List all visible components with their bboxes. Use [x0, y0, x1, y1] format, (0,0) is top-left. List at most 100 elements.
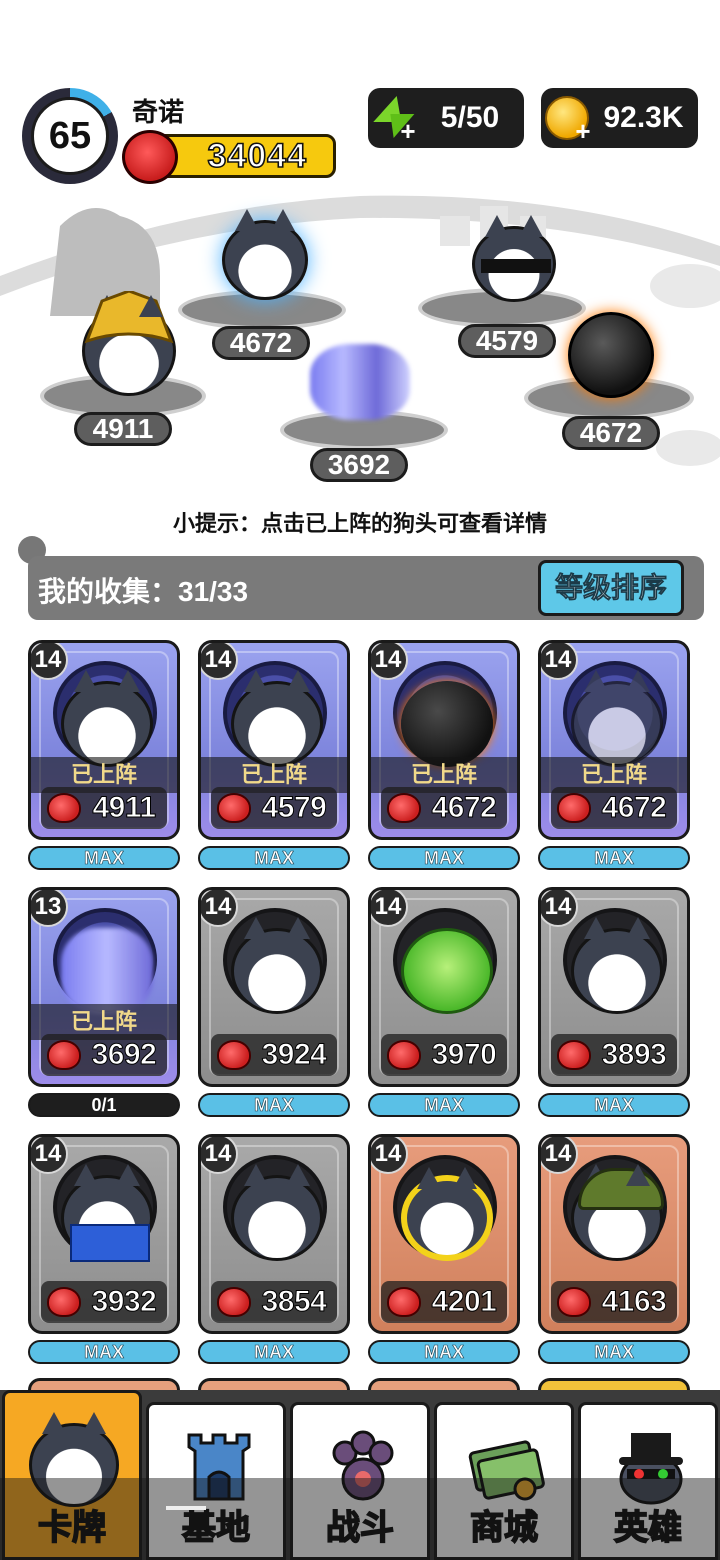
dog-card[interactable]: 14 4163 — [538, 1134, 690, 1334]
nav-label: 卡牌 — [37, 1508, 107, 1548]
formation-power-badge: 4579 — [458, 324, 556, 358]
dog-card[interactable]: 14 3970 — [368, 887, 520, 1087]
card-level-badge: 14 — [201, 1137, 238, 1174]
system-menu-icon[interactable] — [166, 1506, 206, 1510]
card-level-badge: 14 — [541, 1137, 578, 1174]
energy-bolt-icon: + — [373, 94, 416, 144]
card-progress-bar: MAX — [368, 846, 520, 870]
dog-card-icon — [29, 1412, 119, 1507]
card-progress-bar: MAX — [28, 1340, 180, 1364]
dog-card[interactable]: 14 4201 — [368, 1134, 520, 1334]
card-level-badge: 14 — [541, 890, 578, 927]
nav-label: 商城 — [469, 1508, 539, 1548]
boxing-glove-icon — [387, 1287, 421, 1317]
dog-card[interactable]: 14 已上阵 4579 — [198, 640, 350, 840]
lemon-dog-icon — [401, 1167, 493, 1261]
card-power: 4672 — [601, 791, 667, 825]
boxing-glove-icon — [217, 1287, 251, 1317]
nav-tab-base[interactable]: 基地 — [146, 1402, 286, 1560]
coin-value: 92.3K — [603, 101, 684, 134]
boxing-glove-icon — [122, 130, 178, 184]
energy-value: 5/50 — [440, 101, 500, 134]
energy-resource[interactable]: + 5/50 — [368, 88, 524, 148]
laptop-dog-icon — [61, 1164, 153, 1262]
card-progress-bar: MAX — [198, 1340, 350, 1364]
card-progress-bar: MAX — [368, 1093, 520, 1117]
card-peek — [198, 1378, 350, 1390]
nav-tab-battle[interactable]: 战斗 — [290, 1402, 430, 1560]
card-power: 3932 — [91, 1285, 157, 1319]
card-level-badge: 14 — [31, 643, 68, 680]
card-peek — [538, 1378, 690, 1390]
total-power-value: 34044 — [207, 136, 307, 176]
formation-power-badge: 4672 — [562, 416, 660, 450]
nav-label: 战斗 — [325, 1508, 395, 1548]
dog-card[interactable]: 14 3932 — [28, 1134, 180, 1334]
level-sort-button[interactable]: 等级排序 — [538, 560, 684, 616]
dog-card[interactable]: 14 3854 — [198, 1134, 350, 1334]
boxing-glove-icon — [557, 1287, 591, 1317]
card-power: 3692 — [91, 1038, 157, 1072]
golden-helmet-dog-icon — [61, 670, 153, 767]
soldier-dog-icon — [571, 1164, 664, 1261]
nav-tab-cards[interactable]: 卡牌 — [2, 1390, 142, 1560]
card-progress-bar: MAX — [198, 1093, 350, 1117]
card-level-badge: 14 — [31, 1137, 68, 1174]
cyber-eye-dog-icon — [222, 209, 308, 300]
dog-card[interactable]: 14 已上阵 4672 — [368, 640, 520, 840]
nav-tab-shop[interactable]: 商城 — [434, 1402, 574, 1560]
nav-tab-heroes[interactable]: 英雄 — [578, 1402, 718, 1560]
card-level-badge: 14 — [541, 643, 578, 680]
card-level-badge: 14 — [201, 643, 238, 680]
boxing-glove-icon — [47, 793, 81, 823]
tip-text: 小提示：点击已上阵的狗头可查看详情 — [172, 511, 547, 536]
boxing-glove-icon — [387, 1040, 421, 1070]
boxing-glove-icon — [47, 1040, 81, 1070]
card-power: 4579 — [261, 791, 327, 825]
dog-card[interactable]: 14 3924 — [198, 887, 350, 1087]
card-power: 3854 — [261, 1285, 327, 1319]
collection-count: 我的收集：31/33 — [38, 576, 249, 607]
dog-card[interactable]: 14 已上阵 4672 — [538, 640, 690, 840]
paw-icon — [332, 1430, 394, 1501]
boxing-glove-icon — [217, 1040, 251, 1070]
golden-helmet-dog-icon — [82, 291, 176, 396]
bomb-dog-icon — [401, 681, 493, 767]
blurred-dog-icon — [61, 928, 153, 1014]
card-power: 3970 — [431, 1038, 497, 1072]
castle-icon — [187, 1433, 251, 1501]
player-level: 65 — [31, 97, 109, 175]
player-level-ring[interactable]: 65 — [22, 88, 118, 184]
sunglasses-crown-dog-icon — [472, 215, 556, 302]
boxing-glove-icon — [47, 1287, 81, 1317]
coin-icon: + — [545, 96, 591, 144]
sunglasses-crown-dog-icon — [231, 670, 323, 767]
blurred-dog-icon — [310, 344, 410, 420]
card-level-badge: 13 — [31, 890, 68, 927]
dog-card[interactable]: 14 3893 — [538, 887, 690, 1087]
cyber-eye-dog-icon — [571, 670, 663, 767]
card-power: 4201 — [431, 1285, 497, 1319]
card-power: 3893 — [601, 1038, 667, 1072]
card-power: 4911 — [92, 791, 157, 825]
husky-dog-icon — [231, 917, 323, 1014]
card-power: 4672 — [431, 791, 497, 825]
card-power: 4163 — [601, 1285, 667, 1319]
bottom-nav: 卡牌 基地 战斗 商城 英雄 — [0, 1390, 720, 1560]
player-name: 奇诺 — [132, 97, 185, 127]
horned-dog-icon — [571, 917, 663, 1014]
formation-power-badge: 4911 — [74, 412, 172, 446]
card-peek — [368, 1378, 520, 1390]
card-level-badge: 14 — [371, 643, 408, 680]
card-peek — [28, 1378, 180, 1390]
dog-card[interactable]: 14 已上阵 4911 — [28, 640, 180, 840]
card-progress-bar: MAX — [538, 1093, 690, 1117]
dog-card[interactable]: 13 已上阵 3692 — [28, 887, 180, 1087]
card-progress-bar: MAX — [538, 1340, 690, 1364]
cash-icon — [468, 1440, 545, 1501]
boxing-glove-icon — [217, 793, 251, 823]
coin-resource[interactable]: + 92.3K — [541, 88, 698, 148]
nav-label: 英雄 — [613, 1508, 683, 1548]
card-progress-bar: MAX — [28, 846, 180, 870]
grumpy-dog-icon — [231, 1164, 323, 1261]
